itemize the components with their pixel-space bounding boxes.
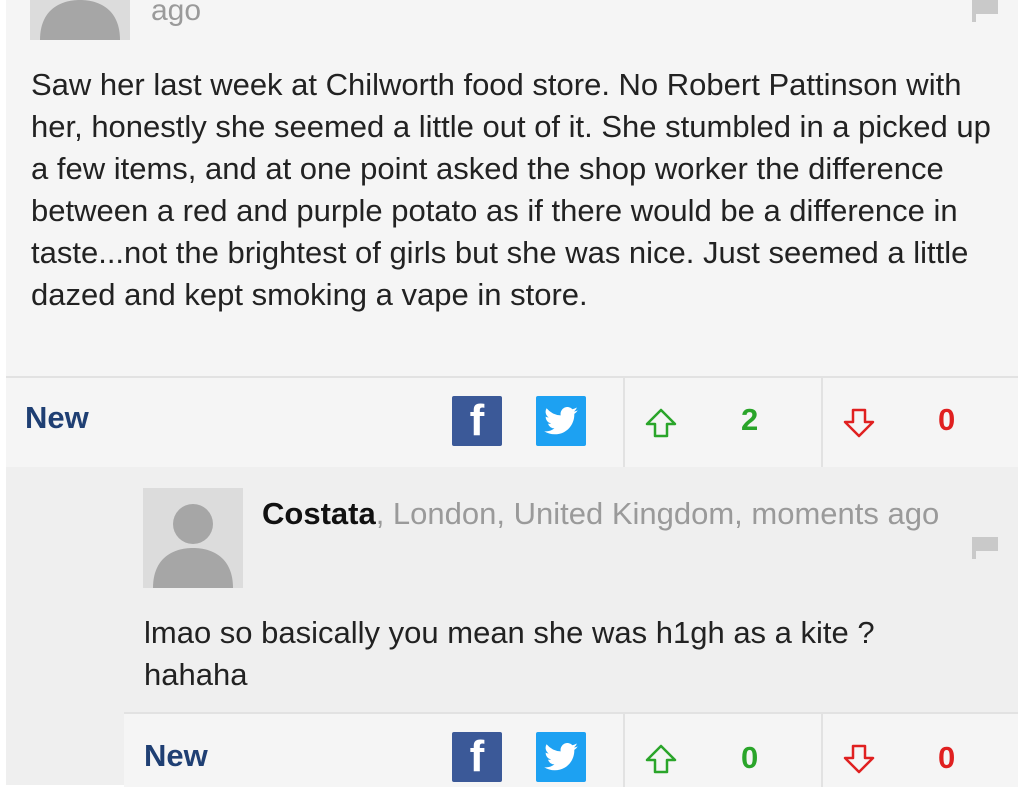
- comment-card: ago Saw her last week at Chilworth food …: [6, 0, 1018, 376]
- report-flag-icon[interactable]: [972, 0, 998, 22]
- divider: [821, 378, 823, 468]
- author-name[interactable]: Costata: [262, 496, 376, 531]
- upvote-arrow-icon[interactable]: [644, 742, 678, 776]
- divider: [821, 714, 823, 787]
- location-timestamp: , London, United Kingdom, moments ago: [375, 496, 940, 531]
- comment-action-bar: New f 2 0: [6, 376, 1018, 468]
- divider: [623, 714, 625, 787]
- comment-timestamp: ago: [151, 0, 202, 27]
- new-reply-link[interactable]: New: [25, 400, 89, 436]
- facebook-share-icon[interactable]: f: [452, 396, 502, 446]
- avatar[interactable]: [30, 0, 130, 40]
- avatar[interactable]: [143, 488, 243, 588]
- new-reply-link[interactable]: New: [144, 738, 208, 774]
- comment-body: Saw her last week at Chilworth food stor…: [31, 67, 991, 312]
- facebook-share-icon[interactable]: f: [452, 732, 502, 782]
- upvote-count: 0: [741, 740, 759, 775]
- reply-meta: Costata, London, United Kingdom, moments…: [262, 491, 982, 537]
- reply-action-bar: New f 0 0: [124, 712, 1018, 787]
- downvote-arrow-icon[interactable]: [842, 406, 876, 440]
- twitter-share-icon[interactable]: [536, 396, 586, 446]
- downvote-count: 0: [938, 402, 956, 437]
- divider: [623, 378, 625, 468]
- upvote-count: 2: [741, 402, 759, 437]
- twitter-share-icon[interactable]: [536, 732, 586, 782]
- upvote-arrow-icon[interactable]: [644, 406, 678, 440]
- report-flag-icon[interactable]: [972, 537, 998, 559]
- default-avatar-icon: [143, 488, 243, 588]
- downvote-arrow-icon[interactable]: [842, 742, 876, 776]
- reply-body: lmao so basically you mean she was h1gh …: [144, 615, 875, 692]
- default-avatar-icon: [30, 0, 130, 40]
- downvote-count: 0: [938, 740, 956, 775]
